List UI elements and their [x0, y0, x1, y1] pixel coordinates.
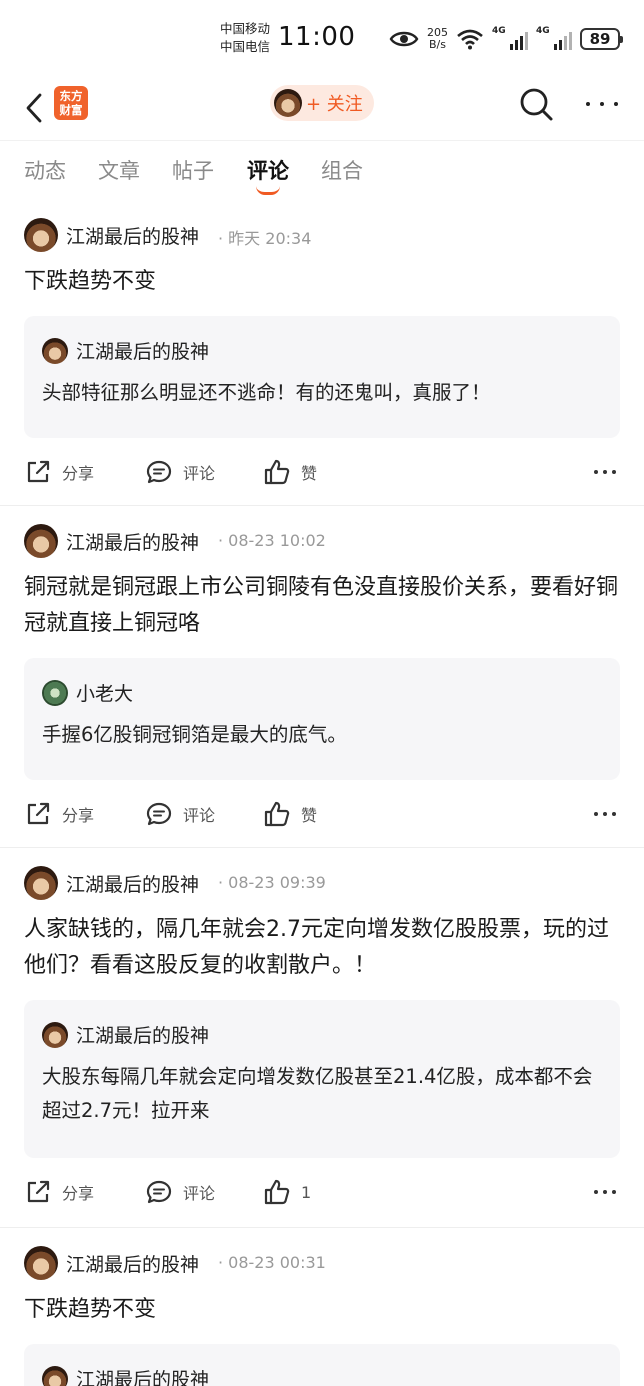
- quoted-post[interactable]: 江湖最后的股神 大股东每隔几年就会定向增发数亿股甚至21.4亿股，成本都不会超过…: [24, 1000, 620, 1158]
- comment-text[interactable]: 人家缺钱的，隔几年就会2.7元定向增发数亿股股票，玩的过他们？看看这股反复的收割…: [24, 912, 624, 984]
- action-bar: 分享 评论 1: [0, 1172, 644, 1212]
- quote-text: 头部特征那么明显还不逃命！有的还鬼叫，真服了！: [42, 381, 491, 404]
- status-bar: 中国移动 中国电信 11:00 205 B/s 4G 4G 89: [0, 0, 644, 76]
- like-button[interactable]: 赞: [263, 794, 317, 834]
- avatar: [42, 680, 68, 706]
- app-logo: 东方 财富: [54, 86, 88, 120]
- like-button[interactable]: 赞: [263, 452, 317, 492]
- follow-button[interactable]: + 关注: [270, 85, 374, 121]
- thumbs-up-icon: [264, 1179, 290, 1205]
- quoted-post[interactable]: 江湖最后的股神: [24, 1344, 620, 1386]
- comment-card: 江湖最后的股神 · 昨天 20:34 下跌趋势不变 江湖最后的股神 头部特征那么…: [0, 200, 644, 506]
- quote-text: 手握6亿股铜冠铜箔是最大的底气。: [42, 723, 347, 746]
- more-icon[interactable]: [594, 470, 616, 474]
- signal-1-icon: 4G: [492, 26, 528, 50]
- carrier-2: 中国电信: [220, 39, 271, 54]
- comment-icon: [146, 1180, 172, 1204]
- share-button[interactable]: 分享: [24, 1172, 94, 1212]
- tab-comments[interactable]: 评论: [247, 155, 289, 195]
- tab-articles[interactable]: 文章: [98, 155, 140, 185]
- author-name[interactable]: 江湖最后的股神: [66, 222, 199, 249]
- quote-author: 江湖最后的股神: [76, 1025, 210, 1047]
- comment-text[interactable]: 下跌趋势不变: [24, 1292, 624, 1328]
- post-time: · 08-23 10:02: [218, 531, 326, 550]
- quote-author: 小老大: [76, 683, 134, 705]
- tab-dynamics[interactable]: 动态: [24, 155, 66, 185]
- share-icon: [27, 802, 50, 825]
- comment-text[interactable]: 铜冠就是铜冠跟上市公司铜陵有色没直接股价关系，要看好铜冠就直接上铜冠咯: [24, 570, 624, 642]
- chevron-left-icon: [26, 93, 42, 123]
- post-time: · 08-23 00:31: [218, 1253, 326, 1272]
- author-name[interactable]: 江湖最后的股神: [66, 1250, 199, 1277]
- status-time: 11:00: [278, 22, 356, 52]
- comment-icon: [146, 802, 172, 826]
- quote-author: 江湖最后的股神: [76, 1369, 210, 1386]
- carrier-1: 中国移动: [220, 21, 271, 36]
- signal-2-icon: 4G: [536, 26, 572, 50]
- comment-card: 江湖最后的股神 · 08-23 00:31 下跌趋势不变 江湖最后的股神: [0, 1228, 644, 1386]
- more-menu-icon[interactable]: [584, 86, 620, 122]
- tab-bar: 动态 文章 帖子 评论 组合: [0, 140, 644, 200]
- eye-icon: [389, 31, 419, 47]
- like-count: 1: [301, 1182, 312, 1202]
- comment-text[interactable]: 下跌趋势不变: [24, 264, 624, 300]
- quote-author: 江湖最后的股神: [76, 341, 210, 363]
- author-name[interactable]: 江湖最后的股神: [66, 528, 199, 555]
- more-icon[interactable]: [594, 1190, 616, 1194]
- search-icon[interactable]: [518, 86, 554, 122]
- quoted-post[interactable]: 小老大 手握6亿股铜冠铜箔是最大的底气。: [24, 658, 620, 780]
- avatar[interactable]: [24, 1246, 58, 1280]
- thumbs-up-icon: [264, 801, 290, 827]
- action-bar: 分享 评论 赞: [0, 452, 644, 492]
- thumbs-up-icon: [264, 459, 290, 485]
- battery-icon: 89: [580, 28, 623, 50]
- top-nav: 东方 财富 + 关注: [0, 76, 644, 140]
- status-icons: 205 B/s 4G 4G 89: [389, 22, 623, 56]
- avatar: [42, 1022, 68, 1048]
- comment-card: 江湖最后的股神 · 08-23 10:02 铜冠就是铜冠跟上市公司铜陵有色没直接…: [0, 506, 644, 848]
- quoted-post[interactable]: 江湖最后的股神 头部特征那么明显还不逃命！有的还鬼叫，真服了！: [24, 316, 620, 438]
- back-button[interactable]: [20, 86, 48, 130]
- more-icon[interactable]: [594, 812, 616, 816]
- comment-icon: [146, 460, 172, 484]
- net-speed: 205 B/s: [427, 26, 448, 51]
- avatar[interactable]: [24, 524, 58, 558]
- comment-button[interactable]: 评论: [145, 452, 215, 492]
- avatar[interactable]: [24, 218, 58, 252]
- share-button[interactable]: 分享: [24, 452, 94, 492]
- share-icon: [27, 1180, 50, 1203]
- quote-text: 大股东每隔几年就会定向增发数亿股甚至21.4亿股，成本都不会超过2.7元！拉开来: [42, 1065, 593, 1122]
- like-button[interactable]: 1: [263, 1172, 311, 1212]
- carrier-info: 中国移动 中国电信: [220, 20, 270, 56]
- comment-card: 江湖最后的股神 · 08-23 09:39 人家缺钱的，隔几年就会2.7元定向增…: [0, 848, 644, 1228]
- wifi-icon: [457, 29, 483, 50]
- avatar[interactable]: [24, 866, 58, 900]
- post-time: · 昨天 20:34: [218, 229, 312, 248]
- avatar: [42, 1366, 68, 1386]
- comment-button[interactable]: 评论: [145, 794, 215, 834]
- comment-button[interactable]: 评论: [145, 1172, 215, 1212]
- author-name[interactable]: 江湖最后的股神: [66, 870, 199, 897]
- tab-posts[interactable]: 帖子: [172, 155, 214, 185]
- post-time: · 08-23 09:39: [218, 873, 326, 892]
- follow-label: + 关注: [306, 94, 363, 115]
- avatar: [42, 338, 68, 364]
- tab-portfolio[interactable]: 组合: [321, 155, 363, 185]
- share-icon: [27, 460, 50, 483]
- share-button[interactable]: 分享: [24, 794, 94, 834]
- avatar: [274, 89, 302, 117]
- action-bar: 分享 评论 赞: [0, 794, 644, 834]
